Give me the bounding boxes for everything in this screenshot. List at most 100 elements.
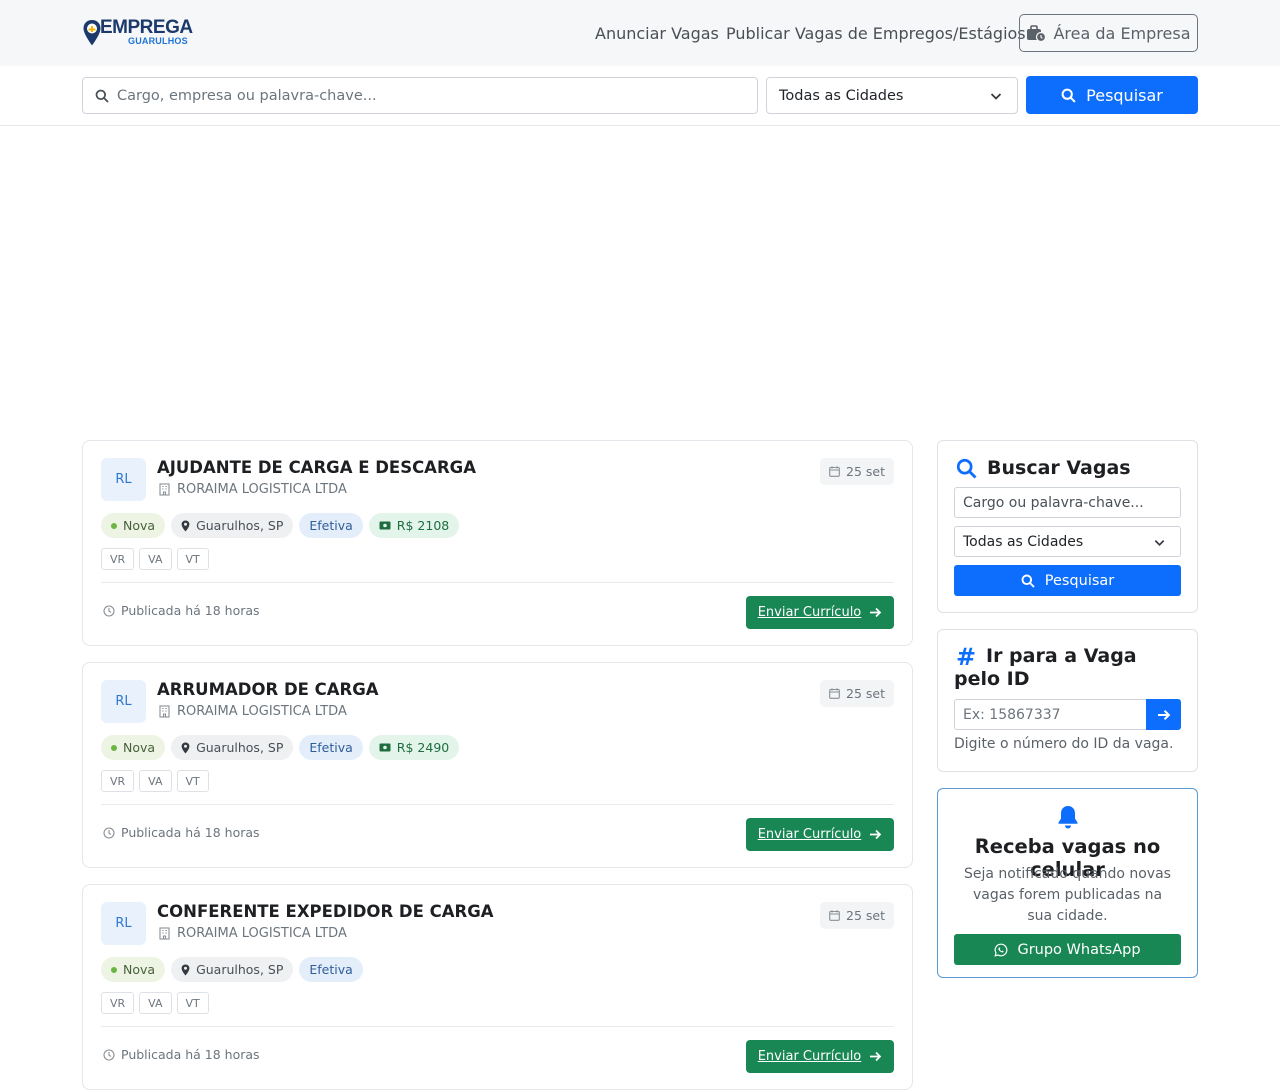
search-icon (1021, 574, 1035, 588)
benefit-badge: VA (139, 548, 172, 570)
posted-time: Publicada há 18 horas (103, 825, 260, 840)
chevron-down-icon (990, 93, 1002, 100)
briefcase-clock-icon (1027, 25, 1047, 42)
benefits-list: VR VA VT (101, 548, 209, 570)
contract-text: Efetiva (309, 962, 353, 977)
sidebar-id-box: # Ir para a Vaga pelo ID Ex: 15867337 Di… (937, 629, 1198, 772)
benefit-badge: VT (176, 548, 209, 570)
search-icon (956, 458, 977, 479)
arrow-right-icon (870, 607, 882, 618)
card-divider (101, 582, 894, 583)
benefit-badge: VR (101, 770, 135, 792)
status-text: Nova (123, 740, 156, 755)
send-cv-button[interactable]: Enviar Currículo (746, 1040, 894, 1073)
job-date-badge: 25 set (820, 902, 894, 929)
whatsapp-group-button[interactable]: Grupo WhatsApp (954, 934, 1181, 965)
location-badge: Guarulhos, SP (171, 735, 294, 760)
sidebar-keyword-input[interactable]: Cargo ou palavra-chave... (954, 487, 1181, 518)
notify-description: Seja notificado quando novas vagas forem… (964, 866, 1171, 924)
calendar-icon (829, 910, 840, 921)
posted-text: Publicada há 18 horas (121, 1047, 260, 1062)
company-name: RORAIMA LOGISTICA LTDA (159, 482, 347, 497)
company-avatar: RL (101, 680, 146, 723)
benefit-badge: VR (101, 992, 135, 1014)
contract-badge: Efetiva (299, 957, 363, 982)
nav-anunciar-vagas[interactable]: Anunciar Vagas (595, 0, 719, 66)
job-title[interactable]: ARRUMADOR DE CARGA (157, 680, 379, 699)
job-id-go-button[interactable] (1146, 699, 1181, 730)
status-badge: Nova (101, 513, 166, 538)
search-placeholder: Cargo, empresa ou palavra-chave... (117, 87, 377, 104)
nav-publicar-vagas[interactable]: Publicar Vagas de Empregos/Estágios (726, 0, 1026, 66)
status-dot-icon (111, 744, 117, 751)
building-icon (159, 483, 170, 496)
arrow-right-icon (870, 829, 882, 840)
job-date: 25 set (846, 908, 885, 923)
job-card: RL AJUDANTE DE CARGA E DESCARGA RORAIMA … (82, 440, 913, 646)
location-text: Guarulhos, SP (196, 518, 284, 533)
map-pin-icon (181, 964, 190, 975)
sidebar-city-select[interactable]: Todas as Cidades (954, 526, 1181, 557)
contract-text: Efetiva (309, 518, 353, 533)
sidebar-search-title: Buscar Vagas (987, 457, 1131, 479)
search-icon (95, 89, 109, 103)
send-cv-label: Enviar Currículo (757, 1049, 862, 1064)
arrow-right-icon (1157, 709, 1170, 720)
job-date-badge: 25 set (820, 458, 894, 485)
job-id-input[interactable]: Ex: 15867337 (954, 699, 1147, 730)
status-badge: Nova (101, 957, 166, 982)
whatsapp-icon (994, 943, 1008, 957)
benefits-list: VR VA VT (101, 770, 209, 792)
hashtag-icon: # (956, 643, 977, 671)
sidebar-search-header: Buscar Vagas (956, 457, 1131, 479)
city-select[interactable]: Todas as Cidades (766, 77, 1018, 114)
search-button[interactable]: Pesquisar (1026, 76, 1198, 114)
benefit-badge: VA (139, 770, 172, 792)
posted-time: Publicada há 18 horas (103, 603, 260, 618)
card-divider (101, 1026, 894, 1027)
sidebar-search-button[interactable]: Pesquisar (954, 565, 1181, 596)
salary-text: R$ 2490 (396, 740, 450, 755)
money-icon (379, 743, 391, 752)
site-logo[interactable]: EMPREGA GUARULHOS (82, 17, 193, 49)
building-icon (159, 705, 170, 718)
job-title[interactable]: AJUDANTE DE CARGA E DESCARGA (157, 458, 476, 477)
location-text: Guarulhos, SP (196, 962, 284, 977)
sidebar-id-header: # Ir para a Vaga pelo ID (954, 645, 1184, 691)
company-avatar: RL (101, 458, 146, 501)
job-id-help-text: Digite o número do ID da vaga. (954, 736, 1174, 752)
job-id-placeholder: Ex: 15867337 (963, 706, 1061, 723)
sidebar-keyword-placeholder: Cargo ou palavra-chave... (963, 494, 1144, 511)
salary-text: R$ 2108 (396, 518, 450, 533)
arrow-right-icon (870, 1051, 882, 1062)
map-pin-icon (181, 520, 190, 531)
job-tags: Nova Guarulhos, SP Efetiva R$ 2108 (101, 513, 460, 538)
benefit-badge: VT (176, 992, 209, 1014)
company-name: RORAIMA LOGISTICA LTDA (159, 926, 347, 941)
job-card: RL CONFERENTE EXPEDIDOR DE CARGA RORAIMA… (82, 884, 913, 1090)
top-navbar: EMPREGA GUARULHOS Anunciar Vagas Publica… (0, 0, 1280, 66)
location-badge: Guarulhos, SP (171, 957, 294, 982)
company-name: RORAIMA LOGISTICA LTDA (159, 704, 347, 719)
contract-badge: Efetiva (299, 513, 363, 538)
search-input[interactable]: Cargo, empresa ou palavra-chave... (82, 77, 758, 114)
sidebar-search-box: Buscar Vagas Cargo ou palavra-chave... T… (937, 440, 1198, 613)
job-card: RL ARRUMADOR DE CARGA RORAIMA LOGISTICA … (82, 662, 913, 868)
logo-pin-icon (83, 20, 101, 46)
job-date: 25 set (846, 686, 885, 701)
contract-text: Efetiva (309, 740, 353, 755)
benefit-badge: VA (139, 992, 172, 1014)
location-badge: Guarulhos, SP (171, 513, 294, 538)
status-badge: Nova (101, 735, 166, 760)
benefit-badge: VR (101, 548, 135, 570)
city-select-value: Todas as Cidades (779, 87, 904, 104)
job-date: 25 set (846, 464, 885, 479)
send-cv-label: Enviar Currículo (757, 827, 862, 842)
search-bar: Cargo, empresa ou palavra-chave... Todas… (0, 66, 1280, 126)
send-cv-button[interactable]: Enviar Currículo (746, 596, 894, 629)
job-title[interactable]: CONFERENTE EXPEDIDOR DE CARGA (157, 902, 494, 921)
clock-icon (103, 826, 115, 839)
send-cv-button[interactable]: Enviar Currículo (746, 818, 894, 851)
clock-icon (103, 604, 115, 617)
area-empresa-button[interactable]: Área da Empresa (1019, 14, 1198, 52)
